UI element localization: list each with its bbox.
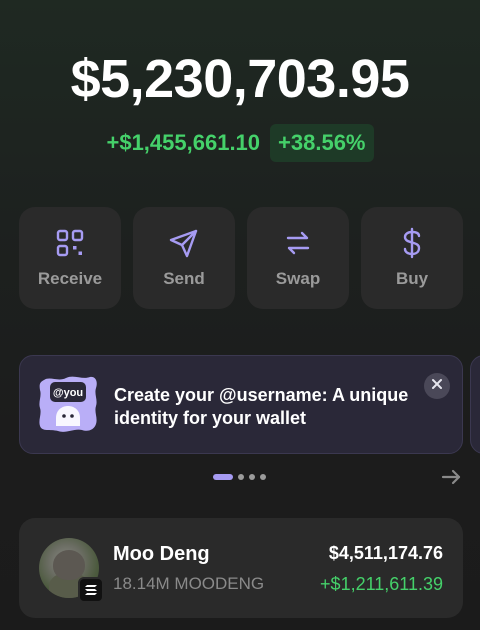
token-row[interactable]: Moo Deng 18.14M MOODENG $4,511,174.76 +$…: [19, 518, 463, 618]
swap-button[interactable]: Swap: [247, 207, 349, 309]
banner-message: Create your @username: A unique identity…: [114, 385, 409, 428]
solana-icon: [78, 577, 104, 603]
carousel-pagination: [213, 474, 266, 480]
carousel-dot[interactable]: [249, 474, 255, 480]
receive-label: Receive: [37, 269, 103, 288]
send-label: Send: [163, 269, 205, 288]
quick-actions: Receive Send Swap Buy: [19, 207, 463, 309]
buy-label: Buy: [395, 269, 429, 288]
send-button[interactable]: Send: [133, 207, 235, 309]
swap-label: Swap: [275, 269, 321, 288]
close-icon: [431, 377, 443, 395]
dollar-icon: [396, 227, 428, 259]
carousel-dot[interactable]: [213, 474, 233, 480]
portfolio-balance: $5,230,703.95: [70, 49, 410, 109]
carousel-next-button[interactable]: [440, 466, 462, 488]
portfolio-change: +$1,455,661.10 +38.56%: [0, 124, 480, 162]
banner-close-button[interactable]: [424, 373, 450, 399]
swap-icon: [282, 227, 314, 259]
arrow-right-icon: [440, 469, 462, 492]
portfolio-change-percent-badge: +38.56%: [270, 124, 374, 162]
buy-button[interactable]: Buy: [361, 207, 463, 309]
receive-button[interactable]: Receive: [19, 207, 121, 309]
carousel-dot[interactable]: [260, 474, 266, 480]
username-art-icon: @you: [36, 374, 100, 436]
portfolio-change-amount: +$1,455,661.10: [106, 130, 261, 155]
carousel-dot[interactable]: [238, 474, 244, 480]
send-icon: [168, 227, 200, 259]
token-pnl: +$1,211,611.39: [320, 574, 443, 594]
token-value: $4,511,174.76: [328, 543, 443, 563]
token-name: Moo Deng: [113, 543, 210, 565]
qr-code-icon: [54, 227, 86, 259]
username-promo-banner[interactable]: @you Create your @username: A unique ide…: [19, 355, 463, 454]
username-art-tag: @you: [53, 387, 83, 399]
token-amount: 18.14M MOODENG: [113, 574, 265, 593]
next-banner-peek[interactable]: [470, 355, 480, 454]
